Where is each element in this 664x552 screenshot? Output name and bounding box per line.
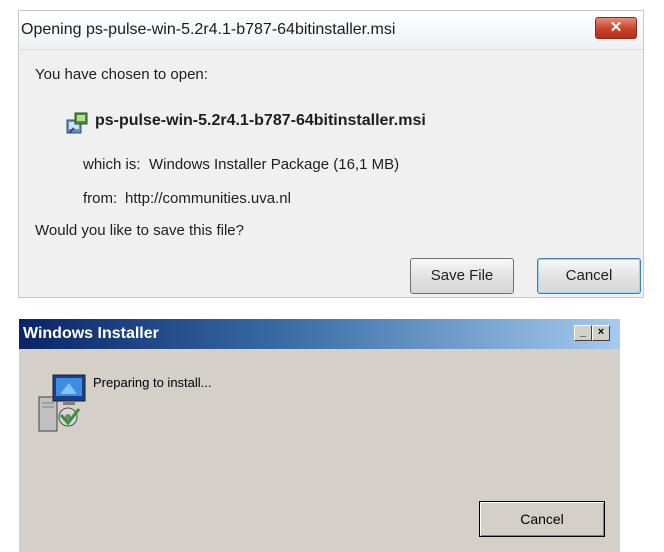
save-question: Would you like to save this file? [35,222,244,239]
open-file-dialog: Opening ps-pulse-win-5.2r4.1-b787-64biti… [18,10,644,298]
intro-text: You have chosen to open: [35,66,208,83]
source-url: http://communities.uva.nl [125,190,291,207]
cancel-button[interactable]: Cancel [537,258,641,294]
install-status: Preparing to install... [93,375,212,390]
dialog-title: Opening ps-pulse-win-5.2r4.1-b787-64biti… [21,21,396,38]
file-type-value: Windows Installer Package (16,1 MB) [149,156,400,173]
from-label: from: [83,190,118,207]
msi-package-icon [66,112,88,134]
installer-cancel-button[interactable]: Cancel [479,501,605,537]
title-bar: Opening ps-pulse-win-5.2r4.1-b787-64biti… [19,11,643,50]
save-file-button[interactable]: Save File [410,258,514,294]
installer-title-bar: Windows Installer _ × [19,319,620,349]
close-button[interactable]: ✕ [595,17,637,39]
minimize-button[interactable]: _ [574,325,592,341]
file-name: ps-pulse-win-5.2r4.1-b787-64bitinstaller… [95,112,426,129]
which-is-label: which is: [83,156,141,173]
windows-installer-dialog: Windows Installer _ × Preparing to insta… [18,318,620,552]
close-button[interactable]: × [592,325,610,341]
installer-title: Windows Installer [23,325,159,342]
installer-computer-icon [38,374,86,432]
